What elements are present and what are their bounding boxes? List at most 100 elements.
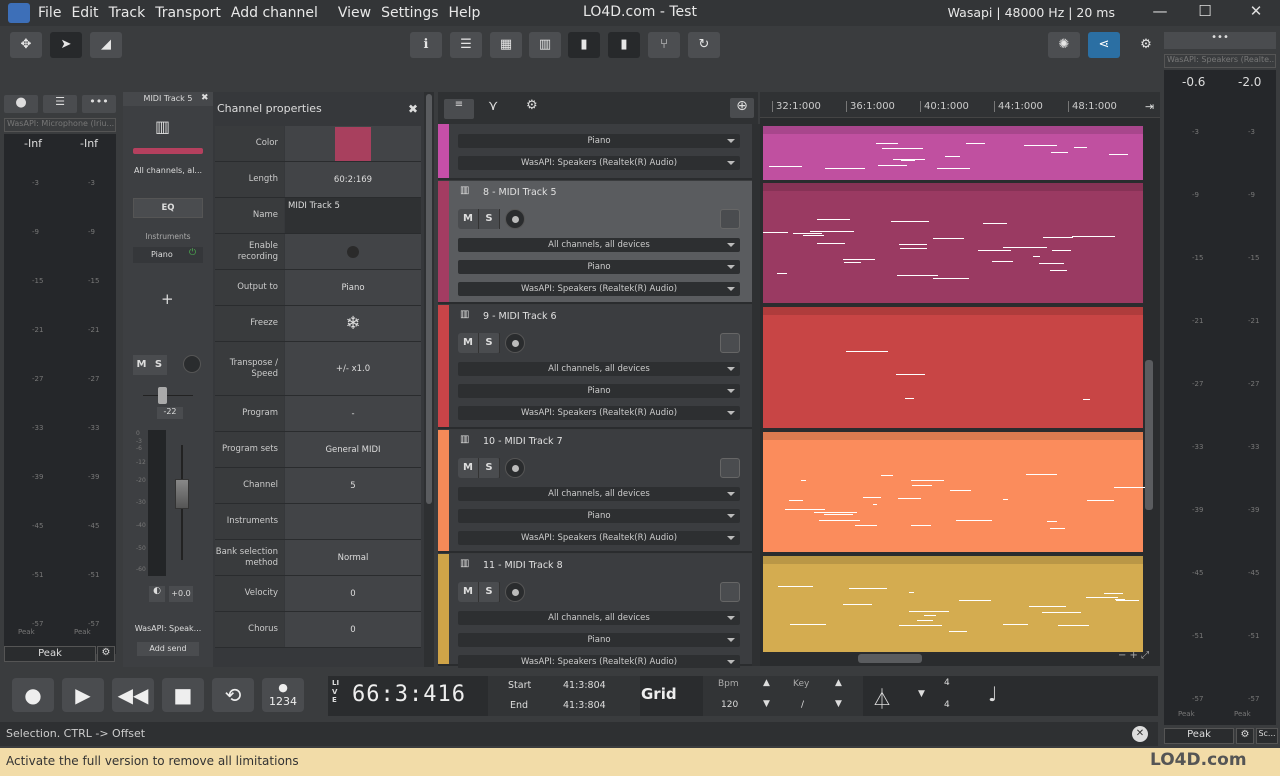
input-select[interactable]: All channels, all devices [458,611,740,625]
track-name[interactable]: 10 - MIDI Track 7 [483,436,563,447]
arm-record-button[interactable] [505,582,525,602]
strip-mute-button[interactable]: M [133,355,150,375]
arm-record-button[interactable] [505,209,525,229]
midi-note[interactable] [769,166,803,168]
tracks-settings-icon[interactable]: ⚙ [526,98,538,113]
fit-icon[interactable]: ⇥ [1145,100,1154,113]
midi-note[interactable] [785,508,826,510]
clip-view-button[interactable] [720,333,740,353]
midi-note[interactable] [958,599,992,601]
note-timer-icon[interactable]: ♩ [988,682,997,706]
live-indicator[interactable]: LIVE [332,679,340,705]
midi-note[interactable] [872,503,878,505]
property-value[interactable]: ❄ [285,306,421,341]
clip-view-button[interactable] [720,582,740,602]
arranger-vscroll[interactable] [1145,360,1153,510]
clip-header[interactable] [763,126,1143,134]
midi-note[interactable] [863,497,882,499]
midi-note[interactable] [1057,624,1089,626]
loop-icon[interactable]: ↻ [688,32,720,58]
menu-edit[interactable]: Edit [71,5,98,21]
strip-solo-button[interactable]: S [150,355,167,375]
input-select[interactable]: All channels, all devices [458,238,740,252]
record-icon[interactable]: ● [4,95,38,113]
gain-value[interactable]: +0.0 [169,586,193,602]
key-value[interactable]: / [801,700,804,710]
strip-input[interactable]: All channels, al... [123,166,213,175]
midi-note[interactable] [1002,246,1047,248]
activation-banner[interactable]: Activate the full version to remove all … [0,748,1280,776]
midi-note[interactable] [1073,146,1088,148]
minimize-button[interactable]: — [1140,2,1180,24]
property-value[interactable]: MIDI Track 5 [285,198,421,233]
property-value[interactable]: 0 [285,612,421,647]
stop-button[interactable]: ■ [162,678,204,712]
solo-button[interactable]: S [479,333,500,353]
output-select[interactable]: WasAPI: Speakers (Realtek(R) Audio) [458,156,740,170]
time-sig-numerator[interactable]: 4 [944,678,950,688]
midi-note[interactable] [898,497,921,499]
midi-note[interactable] [1043,237,1073,239]
midi-note[interactable] [1002,624,1028,626]
instrument-select[interactable]: Piano [458,384,740,398]
midi-note[interactable] [1051,249,1071,251]
midi-note[interactable] [978,249,1012,251]
midi-note[interactable] [849,587,887,589]
midi-note[interactable] [816,219,850,221]
loop-button[interactable]: ⟲ [212,678,254,712]
instrument-select[interactable]: Piano [458,260,740,274]
midi-note[interactable] [933,278,969,280]
midi-note[interactable] [891,221,929,223]
link-icon[interactable]: ◐ [149,586,165,602]
midi-note[interactable] [855,525,877,527]
midi-clip[interactable] [763,126,1143,180]
close-button[interactable]: ✕ [1236,2,1276,24]
midi-note[interactable] [1085,597,1119,599]
midi-note[interactable] [950,490,972,492]
tuning-fork-icon[interactable]: ⑂ [648,32,680,58]
track-header[interactable]: ▥ 9 - MIDI Track 6 M S All channels, all dev… [438,305,752,429]
rewind-button[interactable]: ◀◀ [112,678,154,712]
property-value[interactable]: 0 [285,576,421,611]
midi-note[interactable] [842,603,872,605]
property-value[interactable] [285,126,421,161]
play-button[interactable]: ▶ [62,678,104,712]
property-value[interactable]: Piano [285,270,421,305]
midi-note[interactable] [814,512,857,514]
arm-record-button[interactable] [505,458,525,478]
instrument-select[interactable]: Piano [458,509,740,523]
midi-clip[interactable] [763,556,1143,652]
midi-note[interactable] [878,164,907,166]
track-name[interactable]: 9 - MIDI Track 6 [483,311,557,322]
clip-header[interactable] [763,183,1143,191]
midi-note[interactable] [948,631,967,633]
midi-note[interactable] [1029,605,1067,607]
track-name[interactable]: 8 - MIDI Track 5 [483,187,557,198]
output-menu-button[interactable]: ••• [1164,32,1276,49]
track-header[interactable]: ▥ 10 - MIDI Track 7 M S All channels, all de… [438,430,752,553]
midi-note[interactable] [843,261,861,263]
add-send-button[interactable]: Add send [137,642,199,656]
eq-button[interactable]: EQ [133,198,203,218]
clip-header[interactable] [763,307,1143,315]
end-value[interactable]: 41:3:804 [563,700,606,711]
menu-file[interactable]: File [38,5,61,21]
tracks-scrollbar[interactable] [752,124,760,666]
solo-button[interactable]: S [479,209,500,229]
track-name[interactable]: 11 - MIDI Track 8 [483,560,563,571]
track-header[interactable]: ▥ 8 - MIDI Track 5 M S All channels, all dev… [438,181,752,304]
midi-note[interactable] [1083,398,1090,400]
meter-settings-icon[interactable]: ⚙ [97,646,115,662]
midi-note[interactable] [991,260,1013,262]
midi-note[interactable] [882,148,924,150]
menu-track[interactable]: Track [109,5,146,21]
midi-note[interactable] [809,231,854,233]
midi-note[interactable] [899,243,928,245]
midi-note[interactable] [924,614,937,616]
menu-settings[interactable]: Settings [381,5,438,21]
midi-note[interactable] [1047,521,1057,522]
midi-note[interactable] [789,500,803,502]
midi-note[interactable] [800,480,807,482]
maximize-button[interactable]: ☐ [1185,2,1225,24]
output-peak-select[interactable]: Peak [1164,728,1234,744]
